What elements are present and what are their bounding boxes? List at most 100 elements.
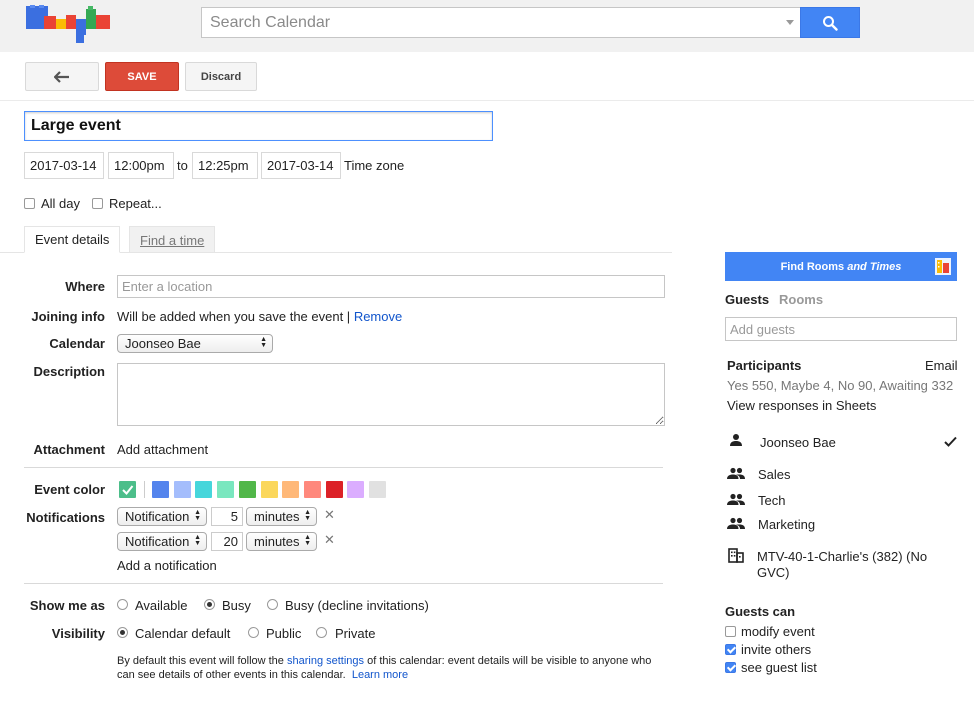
attachment-label: Attachment [33, 442, 105, 457]
search-box[interactable] [201, 7, 800, 38]
view-responses-link[interactable]: View responses in Sheets [727, 398, 876, 413]
group-icon [727, 493, 745, 505]
color-swatch[interactable] [282, 481, 300, 498]
toolbar-divider [0, 100, 974, 101]
color-divider [144, 481, 145, 498]
tab-rooms[interactable]: Rooms [779, 292, 823, 307]
select-arrows-icon: ▲ ▼ [304, 509, 311, 522]
calendar-value: Joonseo Bae [125, 336, 201, 351]
group-icon [727, 517, 745, 529]
busy-label: Busy [222, 598, 251, 613]
sharing-prefix: By default this event will follow the [117, 655, 287, 667]
discard-button[interactable]: Discard [185, 62, 257, 91]
calendar-select[interactable]: Joonseo Bae ▲ ▼ [117, 334, 273, 353]
notification-unit-select[interactable]: minutes ▲ ▼ [246, 507, 317, 526]
sharing-line2: can see details of other events in this … [117, 669, 346, 681]
tab-event-details[interactable]: Event details [24, 226, 121, 253]
calendar-default-radio[interactable] [117, 627, 128, 638]
see-guest-list-checkbox[interactable] [725, 662, 736, 673]
sharing-settings-link[interactable]: sharing settings [287, 655, 364, 667]
start-time-input[interactable]: 12:00pm [108, 152, 174, 179]
color-swatch[interactable] [260, 481, 278, 498]
add-attachment-link[interactable]: Add attachment [117, 442, 208, 457]
private-label: Private [335, 626, 376, 641]
description-label: Description [33, 364, 105, 379]
calendar-default-label: Calendar default [135, 626, 231, 641]
back-arrow-icon [54, 70, 69, 83]
repeat-checkbox[interactable] [92, 198, 103, 209]
rsvp-summary: Yes 550, Maybe 4, No 90, Awaiting 332 [727, 378, 954, 393]
rooms-icon [935, 258, 951, 275]
search-input[interactable] [202, 8, 800, 37]
all-day-label: All day [41, 196, 81, 211]
busy-decline-label: Busy (decline invitations) [285, 598, 429, 613]
save-button[interactable]: SAVE [105, 62, 179, 91]
color-swatch[interactable] [347, 481, 365, 498]
remove-notification-icon[interactable]: ✕ [324, 532, 335, 548]
select-arrows-icon: ▲ ▼ [194, 509, 201, 522]
color-swatch[interactable] [173, 481, 191, 498]
modify-event-label: modify event [741, 624, 815, 639]
available-radio[interactable] [117, 599, 128, 610]
find-rooms-button[interactable]: Find Rooms and Times [725, 252, 957, 281]
notification-unit-value: minutes [254, 509, 300, 524]
color-swatch[interactable] [369, 481, 386, 498]
participants-label: Participants [727, 358, 802, 373]
start-date-input[interactable]: 2017-03-14 [24, 152, 104, 179]
joining-info-label: Joining info [31, 309, 105, 324]
add-guests-input[interactable] [725, 317, 957, 341]
search-options-icon[interactable] [786, 20, 794, 25]
back-button[interactable] [25, 62, 99, 91]
public-label: Public [266, 626, 302, 641]
description-textarea[interactable] [117, 363, 665, 426]
invite-others-checkbox[interactable] [725, 644, 736, 655]
find-rooms-label: Find Rooms [780, 260, 845, 273]
sharing-note: By default this event will follow the sh… [117, 654, 677, 682]
notifications-label: Notifications [26, 510, 105, 525]
color-swatch[interactable] [152, 481, 169, 498]
where-input[interactable] [117, 275, 665, 298]
guest-name: Marketing [758, 517, 816, 532]
modify-event-checkbox[interactable] [725, 626, 736, 637]
notification-type-value: Notification [125, 509, 190, 524]
sharing-middle: of this calendar: event details will be … [364, 655, 652, 667]
color-swatch[interactable] [303, 481, 321, 498]
color-swatch[interactable] [238, 481, 256, 498]
color-swatch[interactable] [195, 481, 213, 498]
default-color-swatch[interactable] [119, 481, 136, 498]
notification-type-select[interactable]: Notification ▲ ▼ [117, 532, 207, 551]
tab-find-a-time[interactable]: Find a time [129, 226, 216, 253]
color-swatch[interactable] [325, 481, 343, 498]
notification-value-input[interactable]: 20 [211, 532, 243, 551]
select-arrows-icon: ▲ ▼ [260, 336, 267, 349]
add-notification-link[interactable]: Add a notification [117, 558, 217, 573]
notification-type-select[interactable]: Notification ▲ ▼ [117, 507, 207, 526]
section-divider [24, 467, 663, 468]
private-radio[interactable] [316, 627, 327, 638]
logo-icon[interactable] [24, 5, 114, 45]
remove-notification-icon[interactable]: ✕ [324, 507, 335, 523]
busy-decline-radio[interactable] [267, 599, 278, 610]
search-button[interactable] [800, 7, 860, 38]
joining-info-message: Will be added when you save the event | [117, 309, 351, 324]
email-guests-link[interactable]: Email [925, 358, 958, 373]
notification-type-value: Notification [125, 534, 190, 549]
end-time-input[interactable]: 12:25pm [192, 152, 258, 179]
notification-unit-value: minutes [254, 534, 300, 549]
room-name: MTV-40-1-Charlie's (382) (No GVC) [757, 549, 927, 581]
show-me-as-label: Show me as [29, 598, 105, 613]
learn-more-link[interactable]: Learn more [352, 669, 408, 681]
time-zone-link[interactable]: Time zone [344, 158, 404, 173]
notification-value-input[interactable]: 5 [211, 507, 243, 526]
select-arrows-icon: ▲ ▼ [304, 534, 311, 547]
end-date-input[interactable]: 2017-03-14 [261, 152, 341, 179]
tab-guests[interactable]: Guests [725, 292, 769, 307]
event-title-input[interactable] [24, 111, 493, 141]
search-icon [823, 15, 838, 31]
public-radio[interactable] [248, 627, 259, 638]
color-swatch[interactable] [217, 481, 235, 498]
busy-radio[interactable] [204, 599, 215, 610]
notification-unit-select[interactable]: minutes ▲ ▼ [246, 532, 317, 551]
remove-joining-link[interactable]: Remove [354, 309, 402, 324]
all-day-checkbox[interactable] [24, 198, 35, 209]
